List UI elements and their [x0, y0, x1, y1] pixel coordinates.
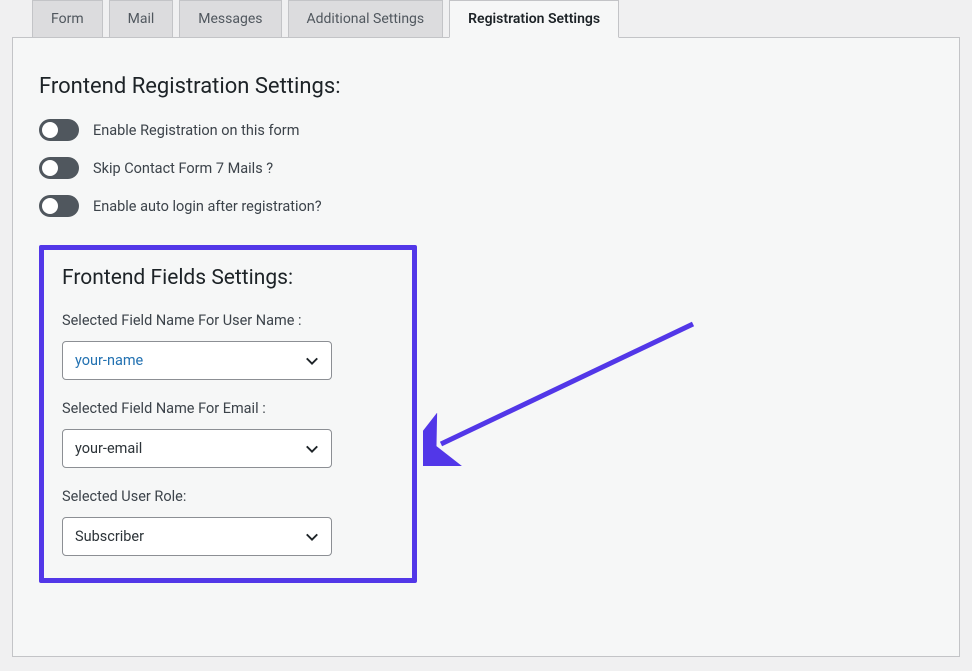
tab-messages[interactable]: Messages	[179, 0, 281, 38]
tab-form[interactable]: Form	[32, 0, 103, 38]
tab-registration-settings[interactable]: Registration Settings	[449, 0, 619, 38]
annotation-arrow-icon	[423, 306, 713, 466]
fields-settings-section: Frontend Fields Settings: Selected Field…	[39, 245, 417, 583]
email-select[interactable]: your-email	[62, 429, 332, 468]
tabs-nav: Form Mail Messages Additional Settings R…	[0, 0, 972, 38]
role-select-value: Subscriber	[75, 528, 144, 545]
toggle-knob-icon	[42, 160, 58, 176]
chevron-down-icon	[305, 354, 319, 368]
tab-mail[interactable]: Mail	[109, 0, 174, 38]
email-field-label: Selected Field Name For Email :	[62, 400, 394, 417]
email-select-value: your-email	[75, 440, 142, 457]
chevron-down-icon	[305, 442, 319, 456]
role-select[interactable]: Subscriber	[62, 517, 332, 556]
skip-mails-toggle[interactable]	[39, 157, 79, 179]
fields-settings-heading: Frontend Fields Settings:	[62, 266, 394, 290]
auto-login-toggle[interactable]	[39, 195, 79, 217]
field-group-email: Selected Field Name For Email : your-ema…	[62, 400, 394, 468]
role-field-label: Selected User Role:	[62, 488, 394, 505]
tab-additional-settings[interactable]: Additional Settings	[288, 0, 444, 38]
enable-registration-label: Enable Registration on this form	[93, 122, 299, 139]
username-field-label: Selected Field Name For User Name :	[62, 312, 394, 329]
field-group-role: Selected User Role: Subscriber	[62, 488, 394, 556]
toggle-row-skip-mails: Skip Contact Form 7 Mails ?	[39, 157, 931, 179]
toggle-row-enable-registration: Enable Registration on this form	[39, 119, 931, 141]
skip-mails-label: Skip Contact Form 7 Mails ?	[93, 160, 273, 177]
toggle-knob-icon	[42, 198, 58, 214]
auto-login-label: Enable auto login after registration?	[93, 198, 322, 215]
username-select-value: your-name	[75, 352, 143, 369]
toggle-row-auto-login: Enable auto login after registration?	[39, 195, 931, 217]
username-select[interactable]: your-name	[62, 341, 332, 380]
enable-registration-toggle[interactable]	[39, 119, 79, 141]
chevron-down-icon	[305, 530, 319, 544]
registration-settings-heading: Frontend Registration Settings:	[39, 74, 931, 99]
field-group-username: Selected Field Name For User Name : your…	[62, 312, 394, 380]
toggle-knob-icon	[42, 122, 58, 138]
settings-panel: Frontend Registration Settings: Enable R…	[12, 37, 960, 657]
